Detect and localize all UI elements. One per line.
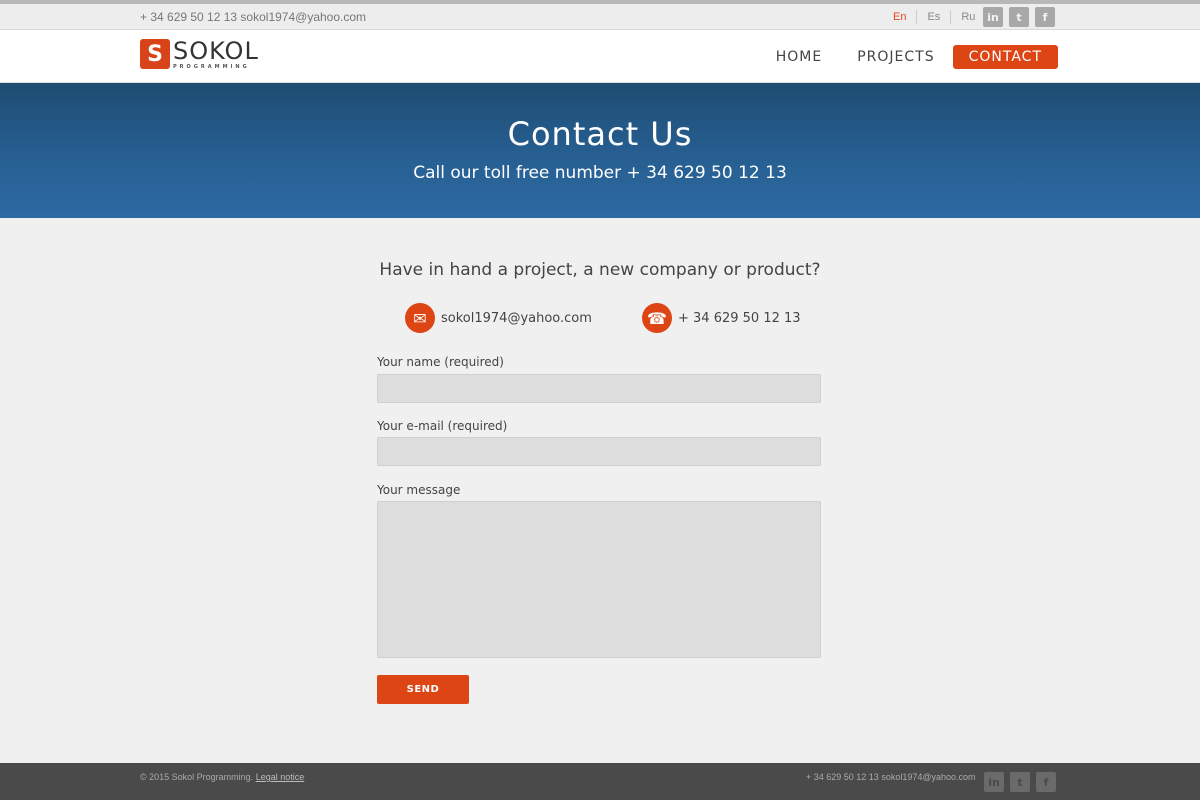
twitter-icon[interactable]: t: [1009, 7, 1029, 27]
page-title: Contact Us: [507, 115, 693, 153]
facebook-icon[interactable]: f: [1035, 7, 1055, 27]
nav-home[interactable]: HOME: [776, 49, 822, 65]
nav-projects[interactable]: PROJECTS: [857, 49, 934, 65]
linkedin-icon[interactable]: in: [984, 772, 1004, 792]
lang-es[interactable]: Es: [916, 10, 950, 24]
email-contact[interactable]: ✉ sokol1974@yahoo.com: [405, 303, 592, 333]
phone-contact[interactable]: ☎ + 34 629 50 12 13: [642, 303, 801, 333]
facebook-icon[interactable]: f: [1036, 772, 1056, 792]
site-header: S SOKOL PROGRAMMING HOME PROJECTS CONTAC…: [0, 30, 1200, 83]
message-label: Your message: [377, 483, 461, 497]
name-label: Your name (required): [377, 355, 504, 369]
email-label: Your e-mail (required): [377, 419, 508, 433]
email-field[interactable]: [377, 437, 821, 466]
footer-contact: + 34 629 50 12 13 sokol1974@yahoo.com: [806, 772, 976, 782]
linkedin-icon[interactable]: in: [983, 7, 1003, 27]
envelope-icon: ✉: [405, 303, 435, 333]
logo-name: SOKOL: [173, 37, 259, 65]
email-text: sokol1974@yahoo.com: [441, 310, 592, 326]
tagline: Have in hand a project, a new company or…: [379, 260, 821, 280]
topbar-contact: + 34 629 50 12 13 sokol1974@yahoo.com: [140, 10, 367, 24]
social-links-top: in t f: [983, 7, 1055, 27]
hero-subtitle: Call our toll free number + 34 629 50 12…: [413, 163, 787, 183]
logo-subtitle: PROGRAMMING: [173, 64, 250, 70]
message-textarea[interactable]: [377, 501, 821, 658]
site-footer: © 2015 Sokol Programming. Legal notice +…: [0, 763, 1200, 800]
copyright-text: © 2015 Sokol Programming.: [140, 772, 254, 782]
twitter-icon[interactable]: t: [1010, 772, 1030, 792]
hero-banner: Contact Us Call our toll free number + 3…: [0, 83, 1200, 218]
logo-mark: S: [140, 39, 170, 69]
name-field[interactable]: [377, 374, 821, 403]
lang-ru[interactable]: Ru: [950, 10, 985, 24]
social-links-bottom: in t f: [984, 772, 1056, 792]
phone-text: + 34 629 50 12 13: [678, 310, 801, 326]
top-bar: + 34 629 50 12 13 sokol1974@yahoo.com En…: [0, 0, 1200, 30]
legal-notice-link[interactable]: Legal notice: [256, 772, 305, 782]
phone-icon: ☎: [642, 303, 672, 333]
language-switcher: En Es Ru: [883, 10, 985, 24]
copyright: © 2015 Sokol Programming. Legal notice: [140, 772, 304, 782]
logo[interactable]: S SOKOL PROGRAMMING: [140, 39, 259, 70]
main-nav: HOME PROJECTS CONTACT: [741, 45, 1058, 69]
lang-en[interactable]: En: [883, 10, 916, 24]
nav-contact[interactable]: CONTACT: [952, 45, 1058, 69]
send-button[interactable]: SEND: [377, 675, 469, 704]
